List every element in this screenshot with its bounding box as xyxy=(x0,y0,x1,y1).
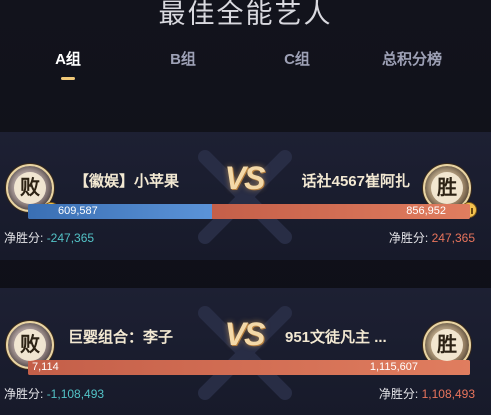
right-contestant-name[interactable]: 话社4567崔阿扎 xyxy=(302,170,410,191)
tab-group-b[interactable]: B组 xyxy=(170,48,196,69)
right-contestant-name[interactable]: 951文徒凡主 ... xyxy=(285,326,387,347)
net-score-value: 247,365 xyxy=(431,231,475,245)
page-title: 最佳全能艺人 xyxy=(158,0,333,29)
win-badge-label: 胜 xyxy=(431,329,463,361)
page: 最佳全能艺人 A组 B组 C组 总积分榜 败 【徽娱】小苹果 VS 话社4567… xyxy=(0,0,491,415)
net-score-label: 净胜分: xyxy=(4,231,44,245)
vote-bar: 609,587 856,952 xyxy=(28,204,470,219)
net-score-label: 净胜分: xyxy=(378,387,419,401)
crossed-swords-icon xyxy=(198,306,292,400)
net-score-label: 净胜分: xyxy=(388,231,429,245)
left-contestant-name[interactable]: 【徽娱】小苹果 xyxy=(74,170,179,191)
vs-label: VS xyxy=(224,316,266,352)
lose-badge-label: 败 xyxy=(14,329,46,361)
net-score-value: -1,108,493 xyxy=(46,387,105,401)
right-score: 856,952 xyxy=(406,205,446,217)
tab-total-ranking[interactable]: 总积分榜 xyxy=(382,48,442,69)
net-score-label: 净胜分: xyxy=(4,387,44,401)
right-score: 1,115,607 xyxy=(369,361,418,373)
left-score: 7,114 xyxy=(32,361,59,373)
right-net-score: 净胜分: 247,365 xyxy=(389,229,475,246)
win-badge-label: 胜 xyxy=(431,172,463,204)
group-tabs: A组 B组 C组 总积分榜 xyxy=(0,48,491,88)
lose-badge-label: 败 xyxy=(14,172,46,204)
left-net-score: 净胜分: -247,365 xyxy=(4,229,94,246)
tab-group-c[interactable]: C组 xyxy=(284,48,310,69)
left-score: 609,587 xyxy=(58,205,98,217)
net-score-value: -247,365 xyxy=(46,231,95,245)
right-net-score: 净胜分: 1,108,493 xyxy=(379,385,475,402)
left-net-score: 净胜分: -1,108,493 xyxy=(4,385,104,402)
vs-label: VS xyxy=(224,160,266,196)
left-vote-fill xyxy=(28,204,212,219)
net-score-value: 1,108,493 xyxy=(421,387,475,401)
crossed-swords-icon xyxy=(198,150,292,244)
vote-bar: 7,114 1,115,607 xyxy=(28,360,470,375)
match-card[interactable]: 败 巨婴组合：李子 VS 951文徒凡主 ... 胜 7,114 1,115,6… xyxy=(0,288,491,415)
active-tab-indicator xyxy=(61,77,75,80)
tab-group-a[interactable]: A组 xyxy=(55,48,81,69)
match-card[interactable]: 败 【徽娱】小苹果 VS 话社4567崔阿扎 胜 609,587 856,952… xyxy=(0,132,491,260)
left-contestant-name[interactable]: 巨婴组合：李子 xyxy=(68,326,173,347)
